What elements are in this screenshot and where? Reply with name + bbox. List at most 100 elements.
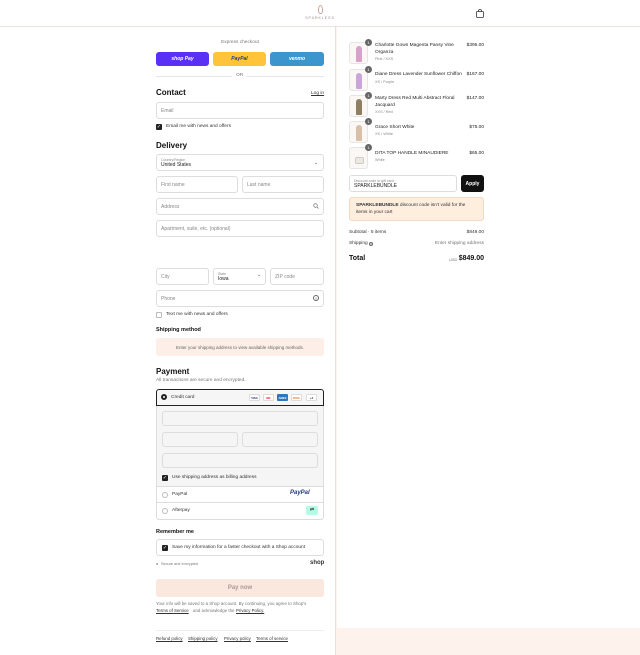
shopping-bag-icon[interactable]	[476, 9, 484, 18]
brand-logo[interactable]: SPARKLESS	[298, 5, 342, 23]
secure-label: Secure and encrypted	[161, 562, 199, 566]
privacy-policy-link[interactable]: Privacy policy	[224, 636, 251, 641]
remember-title: Remember me	[156, 529, 194, 535]
paypal-express-button[interactable]: PayPal	[213, 52, 266, 66]
brand-logo-mark	[317, 5, 323, 14]
address-field[interactable]: Address	[156, 198, 324, 215]
item-price: $75.00	[469, 125, 484, 130]
shipping-policy-link[interactable]: Shipping policy	[188, 636, 218, 641]
quantity-badge: 1	[365, 39, 372, 46]
item-price: $167.00	[466, 72, 484, 77]
visa-icon: VISA	[249, 394, 260, 401]
dress-2-icon	[356, 73, 362, 89]
zip-field[interactable]: ZIP code	[270, 268, 324, 285]
save-info-checkbox[interactable]: ✓	[162, 545, 168, 551]
terms-link[interactable]: Terms of Service	[156, 608, 189, 613]
billing-checkbox[interactable]: ✓	[162, 475, 168, 481]
text-checkbox[interactable]	[156, 312, 162, 318]
product-thumbnail	[349, 147, 368, 169]
payment-subtitle: All transactions are secure and encrypte…	[156, 378, 246, 383]
more-cards-icon: +4	[306, 394, 317, 401]
apply-button[interactable]: Apply	[461, 175, 484, 192]
bag-5-icon	[355, 157, 364, 164]
paypal-label: PayPal	[172, 492, 188, 497]
search-icon	[313, 203, 319, 209]
remember-box: ✓ Save my information for a faster check…	[156, 539, 324, 556]
first-name-field[interactable]: First name	[156, 176, 238, 193]
legal-line1: Your info will be saved to a Shop accoun…	[156, 601, 307, 606]
footer-divider	[156, 630, 324, 631]
phone-field[interactable]: Phone	[156, 290, 324, 307]
chevron-down-icon: ⌄	[314, 160, 319, 166]
afterpay-option[interactable]: Afterpay ⇄	[156, 503, 324, 520]
item-price: $147.00	[466, 96, 484, 101]
info-icon[interactable]: ?	[369, 242, 373, 246]
email-field[interactable]: Email	[156, 102, 324, 119]
product-thumbnail	[349, 69, 368, 91]
shipping-message: Enter your shipping address to view avai…	[156, 338, 324, 356]
item-variant: White	[375, 158, 385, 162]
total-label: Total	[349, 255, 366, 262]
news-label: Email me with news and offers	[166, 124, 231, 129]
legal-mid: and acknowledge the	[193, 608, 235, 613]
country-select[interactable]: Country/Region United States	[156, 154, 324, 171]
error-code: SPARKLEBUNDLE	[356, 203, 399, 208]
help-icon[interactable]: ?	[313, 295, 319, 301]
delivery-title: Delivery	[156, 141, 188, 150]
subtotal-label: Subtotal · 5 items	[349, 230, 387, 235]
dress-3-icon	[356, 99, 362, 115]
pay-now-button[interactable]: Pay now	[156, 579, 324, 597]
refund-policy-link[interactable]: Refund policy	[156, 636, 183, 641]
terms-of-service-link[interactable]: Terms of service	[256, 636, 288, 641]
venmo-button[interactable]: venmo	[270, 52, 324, 66]
brand-name: SPARKLESS	[305, 16, 335, 20]
security-code-field[interactable]	[242, 432, 318, 447]
quantity-badge: 1	[365, 144, 372, 151]
payment-title: Payment	[156, 367, 190, 376]
card-number-field[interactable]	[162, 411, 318, 426]
paypal-radio[interactable]	[162, 492, 168, 498]
discover-icon: DISC	[291, 394, 302, 401]
subtotal-value: $849.00	[466, 230, 484, 235]
expiration-field[interactable]	[162, 432, 238, 447]
shop-logo: shop	[310, 560, 325, 566]
item-variant: XXS / Red	[375, 110, 393, 114]
apartment-field[interactable]: Apartment, suite, etc. (optional)	[156, 220, 324, 237]
item-price: $65.00	[469, 151, 484, 156]
quantity-badge: 1	[365, 118, 372, 125]
login-link[interactable]: Log in	[311, 91, 324, 96]
express-checkout-title: Express checkout	[221, 40, 259, 45]
item-variant: XS / White	[375, 132, 393, 136]
item-variant: Pink / XXS	[375, 57, 394, 61]
order-summary: 1 Charlotte Gown Magenta Pansy Vine Orga…	[337, 27, 640, 628]
item-price: $395.00	[466, 43, 484, 48]
name-on-card-field[interactable]	[162, 453, 318, 468]
shipping-title: Shipping method	[156, 327, 201, 333]
afterpay-label: Afterpay	[172, 508, 190, 513]
save-info-label: Save my information for a faster checkou…	[172, 545, 306, 550]
privacy-link[interactable]: Privacy Policy.	[236, 608, 264, 613]
billing-label: Use shipping address as billing address	[172, 475, 257, 480]
discount-field[interactable]: Discount code or gift card SPARKLEBUNDLE	[349, 175, 457, 192]
shop-pay-button[interactable]: shop Pay	[156, 52, 209, 66]
product-thumbnail	[349, 121, 368, 143]
city-field[interactable]: City	[156, 268, 209, 285]
checkout-form: Express checkout shop Pay PayPal venmo O…	[0, 27, 336, 655]
outfit-4-icon	[356, 125, 362, 141]
credit-card-option[interactable]: Credit card VISA MC AMEX DISC +4	[156, 389, 324, 406]
text-label: Text me with news and offers	[166, 312, 228, 317]
credit-card-radio[interactable]	[161, 394, 167, 400]
shipping-label: Shipping	[349, 241, 368, 246]
discount-error-banner: SPARKLEBUNDLE discount code isn't valid …	[349, 197, 484, 221]
afterpay-radio[interactable]	[162, 508, 168, 514]
mastercard-icon: MC	[263, 394, 274, 401]
chevron-down-icon: ⌄	[257, 272, 262, 278]
last-name-field[interactable]: Last name	[242, 176, 324, 193]
item-variant: XS / Purple	[375, 80, 395, 84]
amex-icon: AMEX	[277, 394, 288, 401]
or-separator: OR	[232, 73, 248, 78]
news-checkbox[interactable]: ✓	[156, 124, 162, 130]
paypal-option[interactable]: PayPal PayPal	[156, 486, 324, 503]
afterpay-logo-icon: ⇄	[306, 506, 318, 515]
credit-card-label: Credit card	[171, 395, 195, 400]
